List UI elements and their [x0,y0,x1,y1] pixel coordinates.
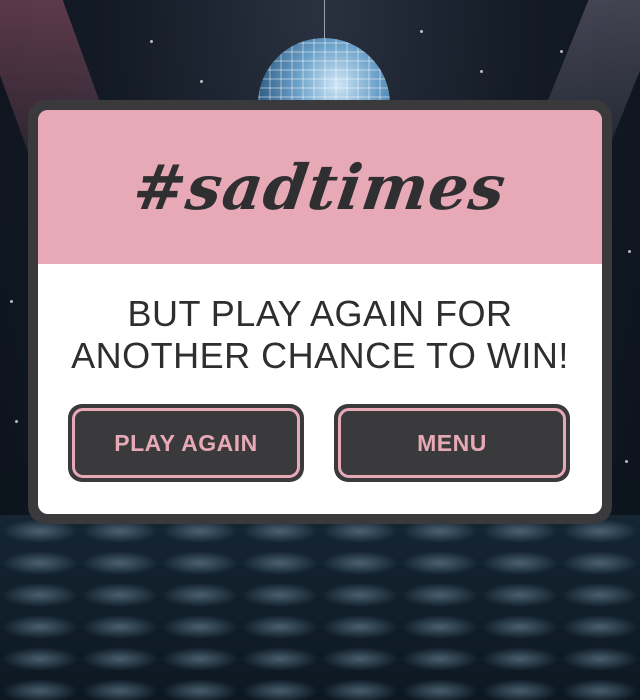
disco-ball-wire [324,0,325,40]
dialog-header: #sadtimes [38,110,602,264]
result-dialog: #sadtimes BUT PLAY AGAIN FOR ANOTHER CHA… [28,100,612,524]
dialog-message: BUT PLAY AGAIN FOR ANOTHER CHANCE TO WIN… [38,293,602,377]
menu-button[interactable]: MENU [334,404,570,482]
dialog-title: #sadtimes [129,150,511,224]
dance-floor [0,515,640,700]
dialog-panel: #sadtimes BUT PLAY AGAIN FOR ANOTHER CHA… [38,110,602,514]
play-again-button[interactable]: PLAY AGAIN [68,404,304,482]
play-again-label: PLAY AGAIN [72,408,300,478]
menu-label: MENU [338,408,566,478]
message-line-1: BUT PLAY AGAIN FOR [127,293,513,334]
message-line-2: ANOTHER CHANCE TO WIN! [71,335,569,376]
